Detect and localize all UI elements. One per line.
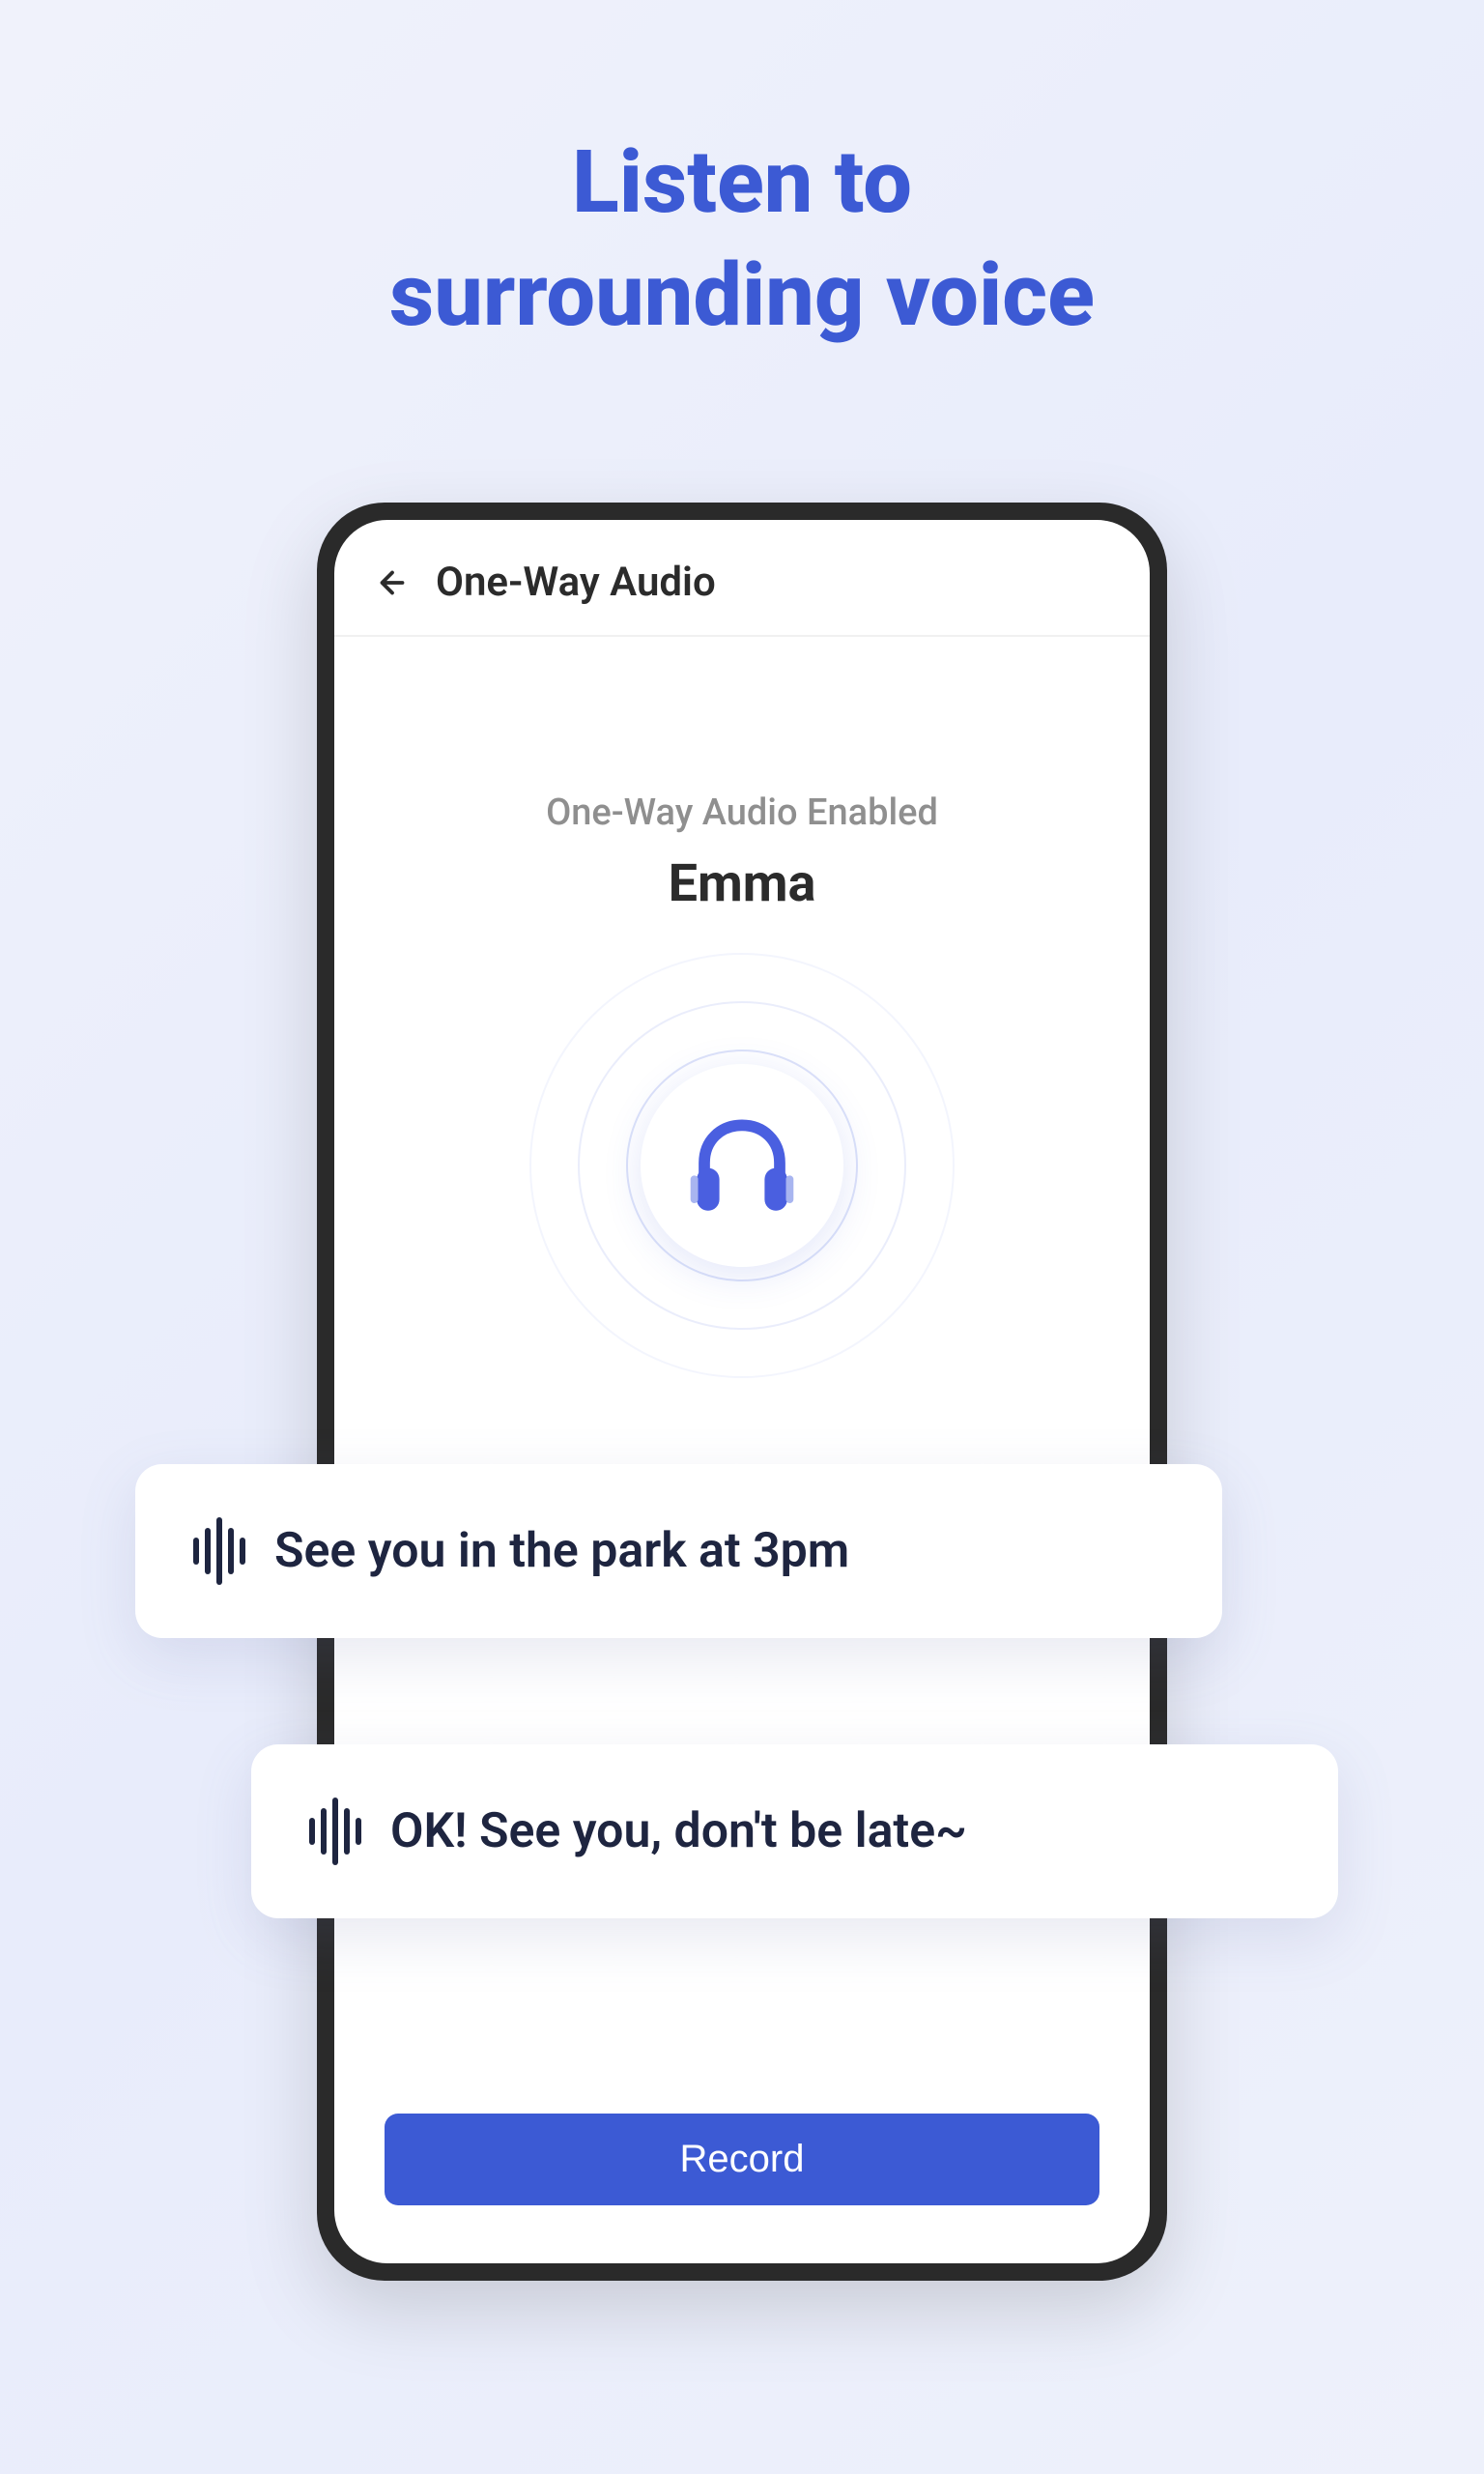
headphones-icon [679,1103,805,1228]
audio-visual [549,972,935,1359]
user-name: Emma [334,853,1150,914]
headphone-button[interactable] [641,1064,843,1267]
promo-title-line1: Listen to [0,126,1484,239]
message-text: See you in the park at 3pm [274,1523,849,1579]
message-card: OK! See you, don't be late~ [251,1744,1338,1918]
message-card: See you in the park at 3pm [135,1464,1222,1638]
back-button[interactable] [373,563,412,602]
message-text: OK! See you, don't be late~ [390,1803,967,1859]
record-button-label: Record [680,2138,805,2180]
content-area: One-Way Audio Enabled Emma [334,637,1150,1359]
promo-title-line2: surrounding voice [0,239,1484,352]
status-text: One-Way Audio Enabled [334,791,1150,834]
waveform-icon [193,1517,245,1585]
page-title: One-Way Audio [436,559,716,606]
promo-title: Listen to surrounding voice [0,0,1484,352]
app-header: One-Way Audio [334,520,1150,637]
phone-frame: One-Way Audio One-Way Audio Enabled Emma [317,503,1167,2281]
waveform-icon [309,1798,361,1865]
arrow-left-icon [375,565,410,600]
phone-screen: One-Way Audio One-Way Audio Enabled Emma [334,520,1150,2263]
record-button[interactable]: Record [385,2114,1099,2205]
